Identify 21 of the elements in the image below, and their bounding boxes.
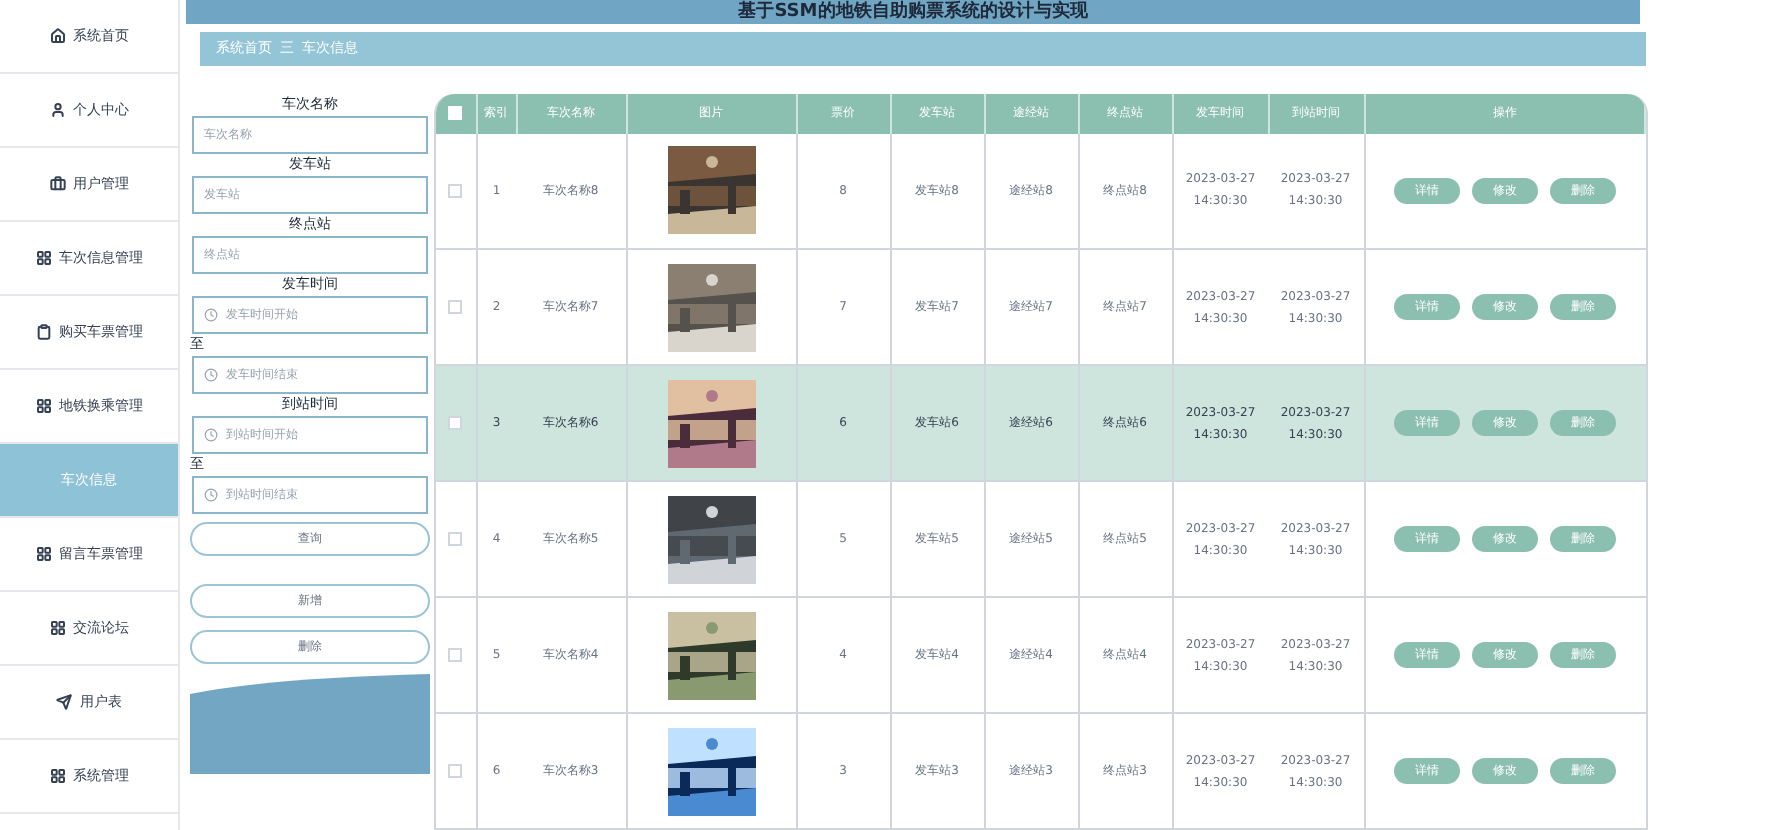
site-title: 基于SSM的地铁自助购票系统的设计与实现: [738, 1, 1088, 24]
grid-icon: [35, 250, 51, 266]
checkbox[interactable]: [448, 415, 463, 430]
clock-icon: [204, 307, 218, 321]
clipboard-icon: [35, 324, 51, 340]
checkbox[interactable]: [448, 531, 463, 546]
grid-icon: [35, 546, 51, 562]
send-icon: [56, 694, 72, 710]
grid-icon: [49, 620, 65, 636]
home-icon: [49, 28, 65, 44]
checkbox[interactable]: [448, 299, 463, 314]
grid-icon: [49, 768, 65, 784]
clock-icon: [204, 367, 218, 381]
checkbox[interactable]: [448, 183, 463, 198]
clock-icon: [204, 427, 218, 441]
checkbox[interactable]: [448, 647, 463, 662]
briefcase-icon: [49, 176, 65, 192]
user-icon: [49, 102, 65, 118]
checkbox[interactable]: [448, 763, 463, 778]
clock-icon: [204, 487, 218, 501]
grid-icon: [35, 398, 51, 414]
